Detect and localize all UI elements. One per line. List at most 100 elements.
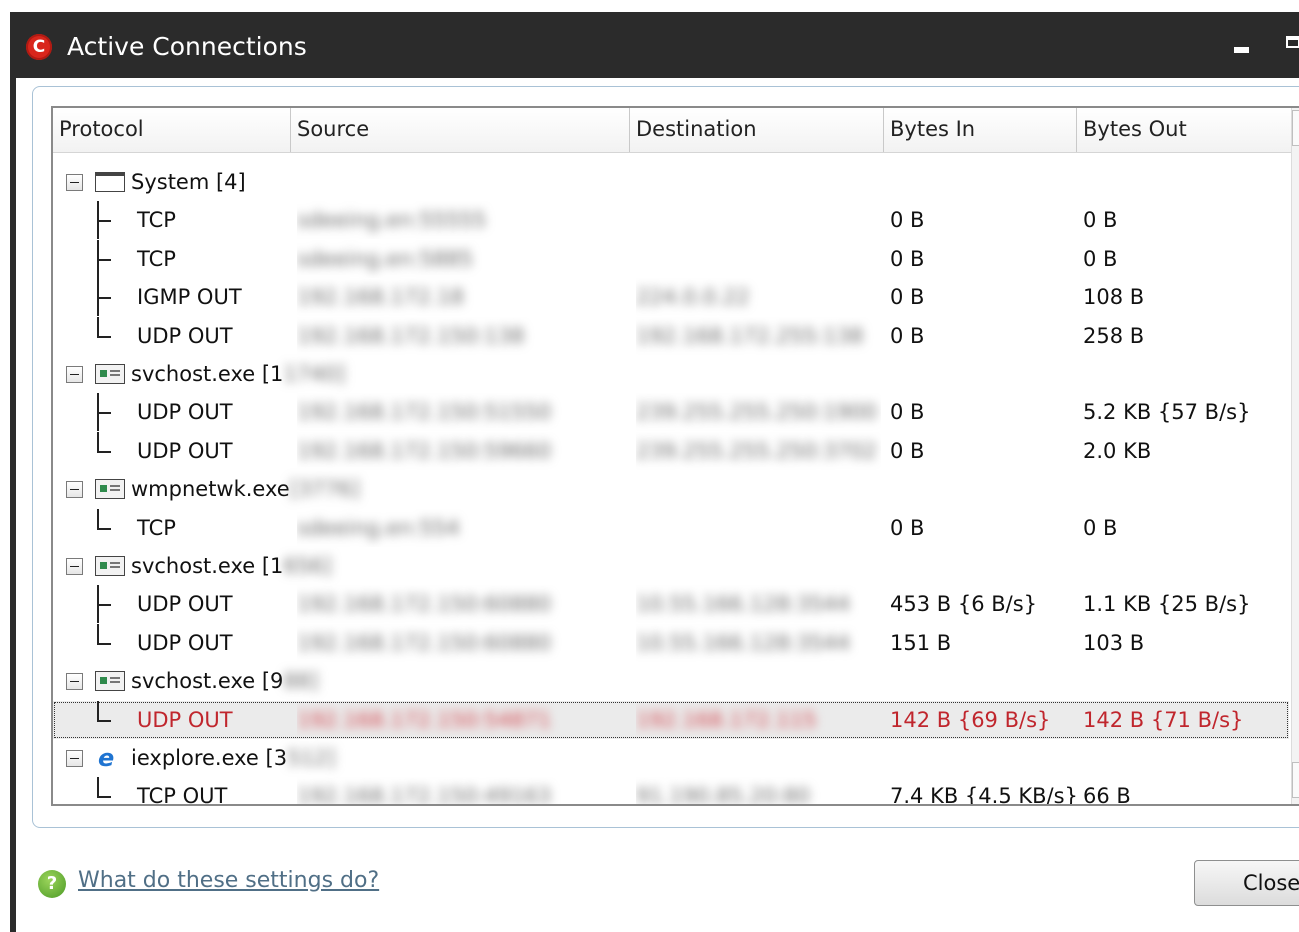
service-icon [95, 671, 125, 692]
bytes-out-cell: 2.0 KB [1083, 438, 1152, 463]
bytes-in-cell: 0 B [890, 246, 925, 271]
source-cell: sdeeing.en:554 [297, 509, 627, 547]
tree-branch [97, 220, 111, 223]
bytes-in-cell: 151 B [890, 630, 952, 655]
source-redacted: 192.168.172.150:60880 [297, 630, 552, 655]
source-redacted: 192.168.172.150:59660 [297, 438, 552, 463]
process-row[interactable]: System [4] [53, 163, 1289, 201]
bytes-out-cell: 103 B [1083, 630, 1145, 655]
tree-branch [97, 642, 111, 645]
tree-line [97, 508, 99, 529]
close-button[interactable]: Close [1194, 860, 1299, 906]
process-name: System [4] [131, 163, 246, 201]
help-icon[interactable]: ? [38, 870, 66, 898]
protocol-cell: UDP OUT [137, 400, 233, 425]
process-id-redacted: 1740] [283, 362, 346, 386]
connection-row[interactable]: TCP OUT 192.168.172.150:49163 91.190.85.20… [53, 777, 1289, 806]
source-redacted: sdeeing.en:5885 [297, 246, 474, 271]
scroll-up-button[interactable] [1292, 110, 1299, 146]
window-border [10, 78, 16, 932]
bytes-in-cell: 0 B [890, 285, 925, 310]
source-redacted: 192.168.172.18 [297, 285, 464, 310]
connection-row[interactable]: TCP sdeeing.en:5885 0 B 0 B [53, 239, 1289, 278]
collapse-toggle-icon[interactable] [66, 366, 83, 383]
destination-redacted: 91.190.85.20:80 [636, 784, 811, 806]
process-row[interactable]: e iexplore.exe [3512] [53, 739, 1289, 777]
process-id-redacted: 512] [287, 746, 336, 770]
protocol-cell: UDP OUT [137, 438, 233, 463]
destination-cell: 192.168.172.115 [636, 701, 881, 739]
scroll-down-button[interactable] [1292, 762, 1299, 798]
tree-branch [97, 796, 111, 799]
protocol-cell: UDP OUT [137, 323, 233, 348]
process-name-text: svchost.exe [1 [131, 554, 284, 578]
source-redacted: 192.168.172.150:60880 [297, 592, 552, 617]
bytes-out-cell: 1.1 KB {25 B/s} [1083, 592, 1251, 617]
destination-cell [636, 509, 881, 547]
destination-redacted: 10.55.166.128:3544 [636, 630, 851, 655]
maximize-button[interactable] [1286, 36, 1299, 48]
connection-row[interactable]: UDP OUT 192.168.172.150:54871 192.168.172.… [53, 700, 1289, 739]
bytes-in-cell: 0 B [890, 438, 925, 463]
bytes-out-cell: 258 B [1083, 323, 1145, 348]
column-header-bytes-in[interactable]: Bytes In [884, 108, 1077, 152]
connections-table[interactable]: Protocol Source Destination Bytes In Byt… [51, 106, 1299, 806]
connection-row[interactable]: IGMP OUT 192.168.172.18 224.0.0.22 0 B 108 B [53, 278, 1289, 317]
source-cell: 192.168.172.150:138 [297, 317, 627, 355]
destination-redacted: 239.255.255.250:3702 [636, 438, 877, 463]
destination-redacted: 10.55.166.128:3544 [636, 592, 851, 617]
source-cell: 192.168.172.150:51550 [297, 393, 627, 431]
process-name: svchost.exe [988] [131, 662, 318, 700]
destination-cell [636, 240, 881, 278]
title-bar[interactable]: C Active Connections [10, 12, 1299, 78]
column-header-bytes-out[interactable]: Bytes Out [1077, 108, 1291, 152]
service-icon [95, 556, 125, 576]
table-header: Protocol Source Destination Bytes In Byt… [53, 108, 1299, 153]
source-cell: 192.168.172.150:49163 [297, 777, 627, 804]
collapse-toggle-icon[interactable] [66, 673, 83, 691]
minimize-button[interactable] [1234, 47, 1249, 53]
process-row[interactable]: svchost.exe [988] [53, 662, 1289, 700]
source-cell: sdeeing.en:55555 [297, 201, 627, 239]
connection-row[interactable]: UDP OUT 192.168.172.150:138 192.168.172.25… [53, 316, 1289, 355]
connection-row[interactable]: TCP sdeeing.en:554 0 B 0 B [53, 508, 1289, 547]
collapse-toggle-icon[interactable] [66, 558, 83, 575]
connection-row[interactable]: UDP OUT 192.168.172.150:59660 239.255.255.… [53, 431, 1289, 470]
help-link[interactable]: What do these settings do? [78, 868, 379, 893]
collapse-toggle-icon[interactable] [66, 481, 83, 499]
protocol-cell: TCP [137, 246, 176, 271]
process-row[interactable]: wmpnetwk.exe[3776] [53, 470, 1289, 508]
process-row[interactable]: svchost.exe [11740] [53, 355, 1289, 393]
destination-cell: 239.255.255.250:3702 [636, 432, 881, 470]
destination-redacted: 239.255.255.250:1900 [636, 400, 877, 425]
destination-cell: 10.55.166.128:3544 [636, 585, 881, 623]
process-name-text: iexplore.exe [3 [131, 746, 288, 770]
bytes-in-cell: 0 B [890, 400, 925, 425]
vertical-scrollbar[interactable] [1291, 108, 1299, 804]
ie-icon: e [98, 744, 115, 772]
column-header-source[interactable]: Source [291, 108, 630, 152]
bytes-out-cell: 5.2 KB {57 B/s} [1083, 400, 1251, 425]
connection-row[interactable]: UDP OUT 192.168.172.150:60880 10.55.166.12… [53, 585, 1289, 624]
column-header-destination[interactable]: Destination [630, 108, 884, 152]
process-id-redacted: [3776] [289, 477, 360, 502]
column-header-protocol[interactable]: Protocol [53, 108, 291, 152]
collapse-toggle-icon[interactable] [66, 174, 83, 191]
process-name: svchost.exe [11740] [131, 355, 345, 393]
tree-line [97, 623, 99, 644]
tree-branch [97, 258, 111, 261]
connection-row[interactable]: TCP sdeeing.en:55555 0 B 0 B [53, 201, 1289, 240]
bytes-in-cell: 142 B {69 B/s} [890, 707, 1051, 732]
comodo-logo-icon: C [26, 34, 52, 60]
connection-row[interactable]: UDP OUT 192.168.172.150:51550 239.255.255.… [53, 393, 1289, 432]
window-icon [95, 172, 125, 192]
destination-cell: 224.0.0.22 [636, 278, 881, 316]
source-cell: 192.168.172.150:60880 [297, 624, 627, 662]
collapse-toggle-icon[interactable] [66, 750, 83, 767]
process-name: wmpnetwk.exe[3776] [131, 470, 360, 508]
process-row[interactable]: svchost.exe [1656] [53, 547, 1289, 585]
tree-line [97, 777, 99, 798]
tree-line [97, 316, 99, 337]
connection-row[interactable]: UDP OUT 192.168.172.150:60880 10.55.166.12… [53, 623, 1289, 662]
protocol-cell: UDP OUT [137, 707, 233, 732]
